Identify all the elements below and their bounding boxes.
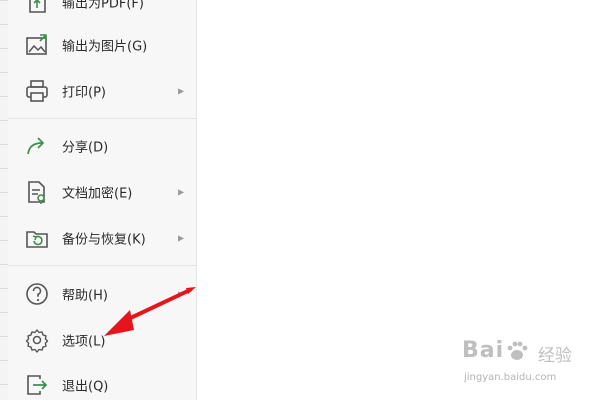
watermark-brand: Bai (462, 338, 505, 363)
paw-logo-icon (507, 341, 528, 360)
menu-item-export-pdf[interactable]: 输出为PDF(F) (8, 0, 196, 22)
exit-icon (24, 372, 50, 398)
menu-item-label: 备份与恢复(K) (62, 232, 146, 248)
menu-item-exit[interactable]: 退出(Q) (8, 365, 196, 405)
share-icon (24, 133, 50, 159)
submenu-arrow-icon: ▶ (178, 187, 185, 197)
printer-icon (24, 78, 50, 104)
menu-item-label: 输出为图片(G) (62, 39, 148, 55)
menu-item-backup[interactable]: 备份与恢复(K) ▶ (8, 218, 196, 258)
menu-item-export-image[interactable]: 输出为图片(G) (8, 25, 196, 65)
menu-item-label: 输出为PDF(F) (62, 0, 144, 12)
menu-item-help[interactable]: 帮助(H) ▶ (8, 274, 196, 314)
menu-divider (8, 118, 196, 119)
submenu-arrow-icon: ▶ (178, 289, 185, 299)
menu-item-label: 选项(L) (62, 334, 106, 350)
menu-item-share[interactable]: 分享(D) (8, 126, 196, 166)
menu-item-label: 帮助(H) (62, 288, 108, 304)
menu-item-label: 分享(D) (62, 140, 109, 156)
menu-item-label: 文档加密(E) (62, 186, 133, 202)
backup-restore-icon (24, 225, 50, 251)
submenu-arrow-icon: ▶ (178, 233, 185, 243)
watermark: Bai 经验 jingyan.baidu.com (452, 336, 600, 400)
file-menu-panel: 输出为PDF(F) 输出为图片(G) 打印(P) ▶ 分享(D) 文档加密(E)… (8, 0, 197, 400)
menu-item-options[interactable]: 选项(L) (8, 320, 196, 360)
menu-divider (8, 265, 196, 266)
help-icon (24, 281, 50, 307)
submenu-arrow-icon: ▶ (178, 86, 185, 96)
menu-item-print[interactable]: 打印(P) ▶ (8, 71, 196, 111)
document-lock-icon (24, 179, 50, 205)
menu-item-encrypt[interactable]: 文档加密(E) ▶ (8, 172, 196, 212)
menu-item-label: 退出(Q) (62, 379, 109, 395)
menu-item-label: 打印(P) (62, 85, 106, 101)
watermark-brand-cn: 经验 (538, 346, 572, 366)
gear-icon (24, 327, 50, 353)
image-export-icon (24, 32, 50, 58)
pdf-export-icon (24, 0, 50, 15)
watermark-url: jingyan.baidu.com (464, 372, 557, 383)
